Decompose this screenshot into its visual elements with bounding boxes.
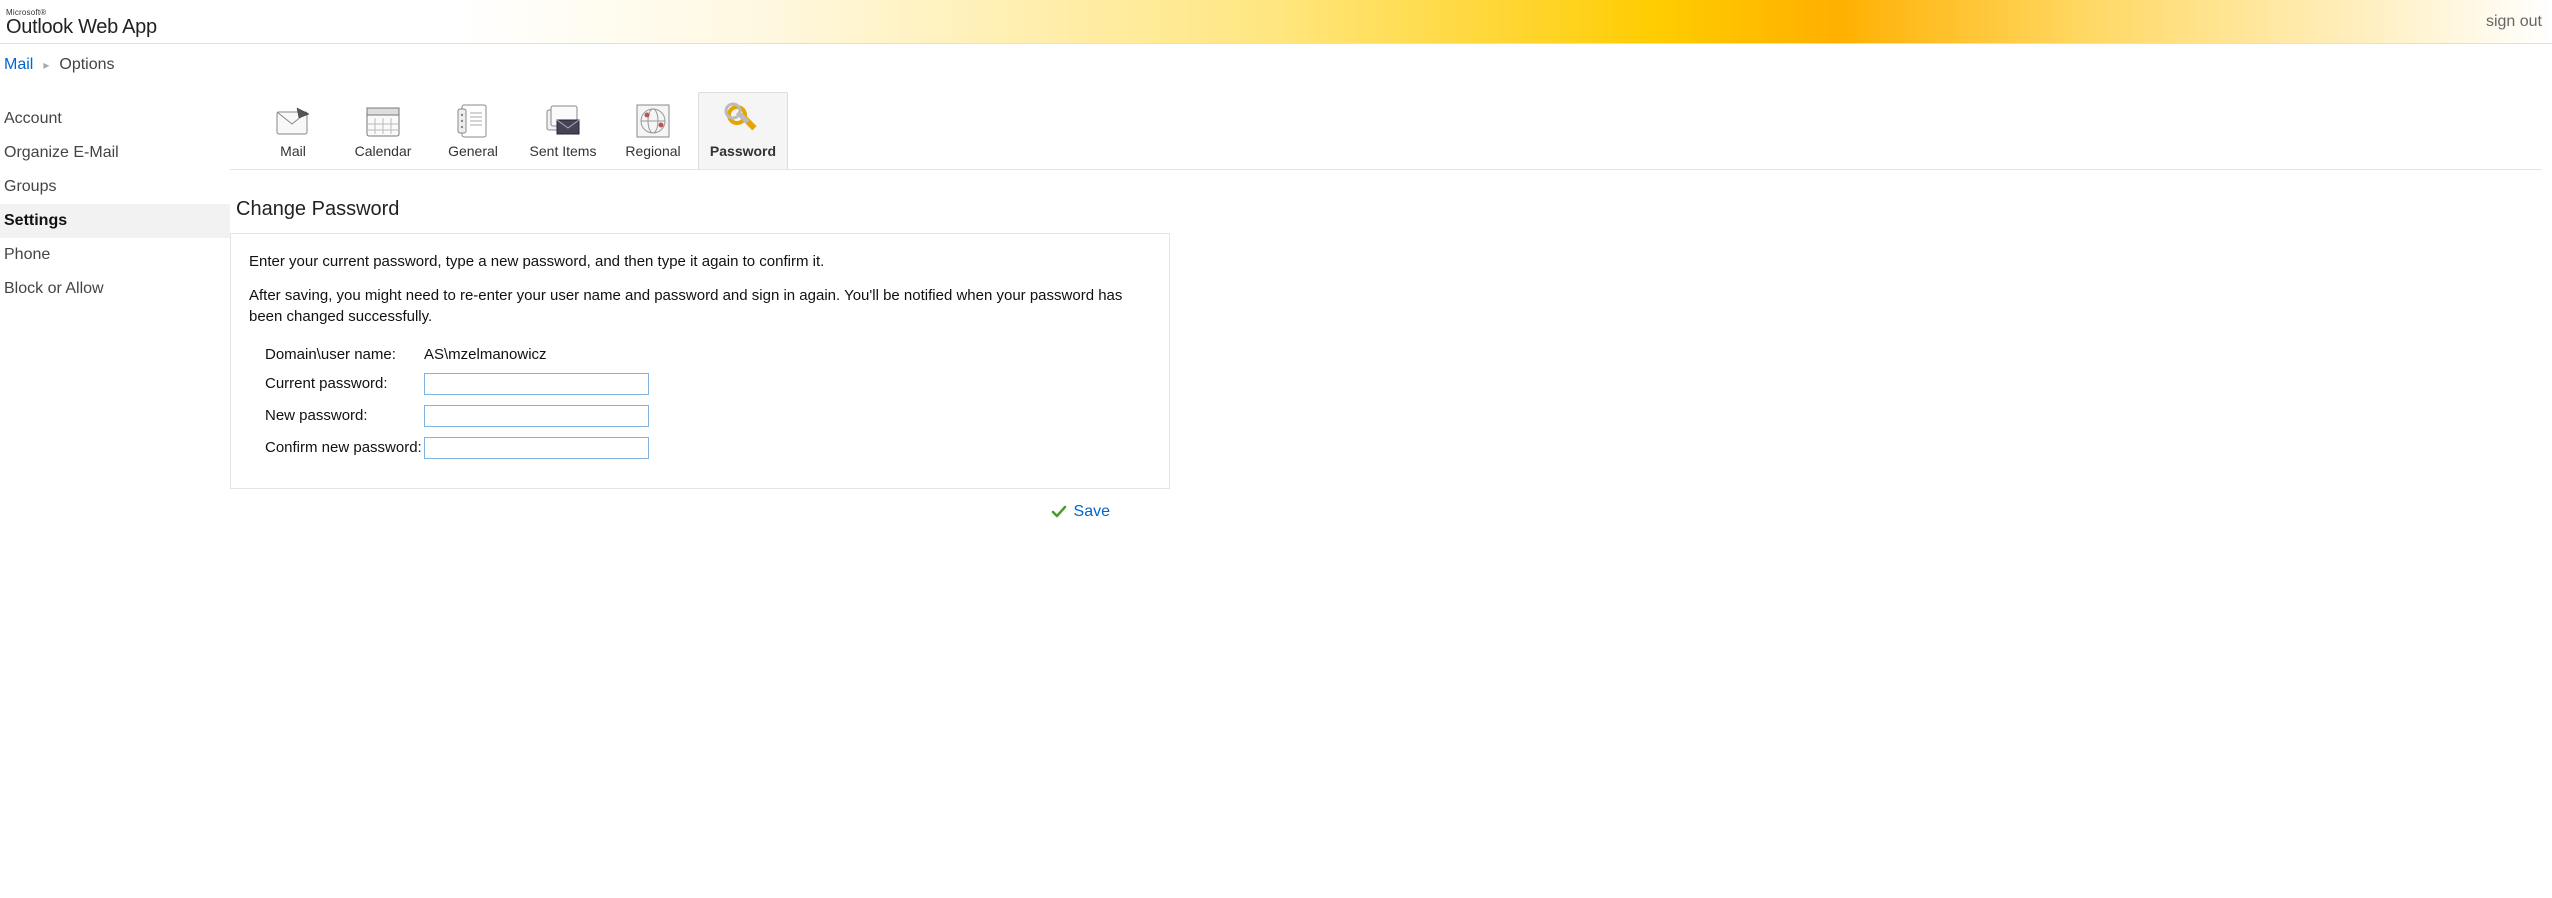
tab-label: Password: [703, 143, 783, 159]
sidebar: Account Organize E-Mail Groups Settings …: [0, 84, 230, 306]
confirm-password-input[interactable]: [424, 437, 649, 459]
sidebar-item-organize-email[interactable]: Organize E-Mail: [0, 136, 230, 170]
intro-text-2: After saving, you might need to re-enter…: [249, 286, 1151, 327]
confirm-password-label: Confirm new password:: [249, 439, 424, 456]
calendar-icon: [343, 99, 423, 143]
sentitems-icon: [523, 99, 603, 143]
tab-calendar[interactable]: Calendar: [338, 92, 428, 169]
tab-label: Sent Items: [523, 143, 603, 159]
tab-password[interactable]: Password: [698, 92, 788, 169]
chevron-right-icon: ▸: [43, 58, 49, 72]
breadcrumb-root[interactable]: Mail: [4, 56, 33, 74]
tab-label: Calendar: [343, 143, 423, 159]
sidebar-item-block-allow[interactable]: Block or Allow: [0, 272, 230, 306]
breadcrumb: Mail ▸ Options: [0, 44, 2552, 84]
current-password-input[interactable]: [424, 373, 649, 395]
intro-text-1: Enter your current password, type a new …: [249, 252, 1151, 272]
save-row: Save: [230, 489, 1170, 521]
brand-title: Outlook Web App: [6, 17, 157, 37]
tab-label: General: [433, 143, 513, 159]
panel-title: Change Password: [230, 170, 2542, 233]
tabstrip: Mail Calendar: [230, 84, 2542, 170]
app-logo: Microsoft® Outlook Web App: [6, 7, 157, 37]
content-area: Mail Calendar: [230, 84, 2552, 521]
general-icon: [433, 99, 513, 143]
sidebar-item-phone[interactable]: Phone: [0, 238, 230, 272]
password-icon: [703, 99, 783, 143]
form-row-confirm: Confirm new password:: [249, 432, 1151, 464]
regional-icon: [613, 99, 693, 143]
sidebar-item-settings[interactable]: Settings: [0, 204, 230, 238]
current-password-label: Current password:: [249, 375, 424, 392]
tab-label: Regional: [613, 143, 693, 159]
mail-icon: [253, 99, 333, 143]
new-password-input[interactable]: [424, 405, 649, 427]
domain-value: AS\mzelmanowicz: [424, 346, 547, 363]
breadcrumb-current: Options: [59, 56, 114, 74]
signout-link[interactable]: sign out: [2486, 13, 2542, 31]
app-header: Microsoft® Outlook Web App sign out: [0, 0, 2552, 44]
domain-label: Domain\user name:: [249, 346, 424, 363]
change-password-panel: Enter your current password, type a new …: [230, 233, 1170, 489]
sidebar-item-account[interactable]: Account: [0, 102, 230, 136]
form-row-new: New password:: [249, 400, 1151, 432]
form-row-current: Current password:: [249, 368, 1151, 400]
tab-sent-items[interactable]: Sent Items: [518, 92, 608, 169]
check-icon: [1050, 503, 1068, 521]
tab-mail[interactable]: Mail: [248, 92, 338, 169]
save-button[interactable]: Save: [1074, 503, 1110, 521]
form-row-domain: Domain\user name: AS\mzelmanowicz: [249, 341, 1151, 368]
sidebar-item-groups[interactable]: Groups: [0, 170, 230, 204]
tab-label: Mail: [253, 143, 333, 159]
tab-regional[interactable]: Regional: [608, 92, 698, 169]
tab-general[interactable]: General: [428, 92, 518, 169]
new-password-label: New password:: [249, 407, 424, 424]
